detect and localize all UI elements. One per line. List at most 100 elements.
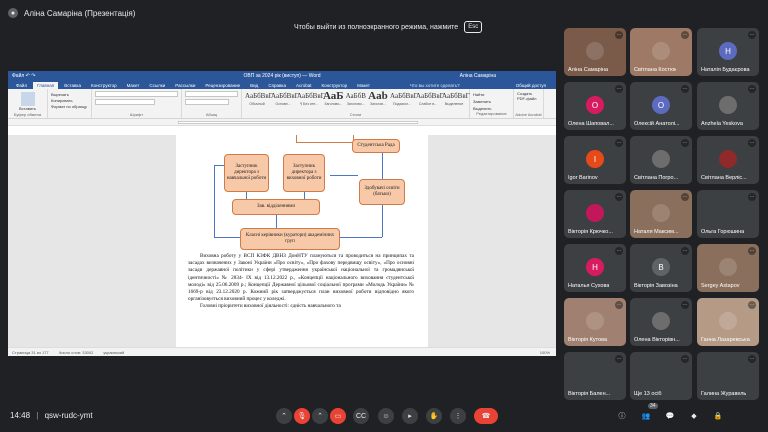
- mic-muted-icon: ⋯: [615, 193, 623, 201]
- tab-review[interactable]: Рецензирование: [201, 82, 244, 89]
- participant-tile[interactable]: ⋯ Наталя Максим...: [630, 190, 692, 238]
- avatar: [719, 96, 737, 114]
- tab-home[interactable]: Главная: [33, 82, 59, 89]
- participant-name: Олена Вікторівн...: [634, 337, 680, 343]
- participant-tile[interactable]: ⋯ Галина Журавель: [697, 352, 759, 400]
- captions-button[interactable]: CC: [353, 408, 369, 424]
- diagram-connector: [214, 165, 215, 237]
- page-counter[interactable]: Страница 31 из 177: [12, 350, 49, 355]
- tab-file[interactable]: Файл: [12, 82, 31, 89]
- quick-access[interactable]: Файл ↶ ↷: [12, 73, 35, 79]
- participant-name: Вікторія Завозіна: [634, 283, 678, 289]
- tab-table-layout[interactable]: Макет: [353, 82, 374, 89]
- participant-tile[interactable]: ⋯ Вікторія Бален...: [564, 352, 626, 400]
- participant-tile[interactable]: Н ⋯ Наталья Сухова: [564, 244, 626, 292]
- activities-icon[interactable]: ◆: [686, 408, 702, 424]
- format-painter-button[interactable]: Формат по образцу: [51, 104, 88, 110]
- tab-design[interactable]: Конструктор: [87, 82, 121, 89]
- paste-icon[interactable]: [20, 92, 35, 106]
- word-count[interactable]: Число слов: 33002: [59, 350, 94, 355]
- language-indicator[interactable]: украинский: [103, 350, 124, 355]
- participant-tile[interactable]: ⋯ Ще 13 осіб: [630, 352, 692, 400]
- tab-mailings[interactable]: Рассылки: [171, 82, 199, 89]
- font-format-row[interactable]: [95, 99, 155, 105]
- document-canvas[interactable]: Заступник директора з навчальної роботи …: [8, 135, 556, 347]
- leave-call-button[interactable]: ☎: [474, 408, 498, 424]
- camera-options-icon[interactable]: ⌃: [312, 408, 328, 424]
- pin-icon[interactable]: ●: [8, 8, 18, 18]
- diagram-connector: [246, 192, 247, 199]
- participant-tile[interactable]: ⋯ Вікторія Крючко...: [564, 190, 626, 238]
- avatar: [652, 366, 670, 384]
- participant-tile[interactable]: ⋯ Аліна Самаріна: [564, 28, 626, 76]
- participant-name: Ольга Горюшина: [701, 229, 745, 235]
- diagram-connector: [276, 215, 277, 228]
- diagram-connector: [382, 153, 383, 179]
- participant-name: Олексій Анатолі...: [634, 121, 680, 127]
- participant-tile[interactable]: ⋯ Sergey Astapov: [697, 244, 759, 292]
- avatar: О: [586, 96, 604, 114]
- avatar: [586, 204, 604, 222]
- zoom-level[interactable]: 100%: [540, 350, 550, 355]
- participant-tile[interactable]: ⋯ Світлана Погро...: [630, 136, 692, 184]
- mic-muted-icon: ⋯: [615, 301, 623, 309]
- participant-tile[interactable]: ⋯ Ольга Горюшина: [697, 190, 759, 238]
- participant-tile[interactable]: ⋯ Вікторія Кутова: [564, 298, 626, 346]
- word-user-name: Аліна Самаріна: [459, 72, 496, 79]
- find-button[interactable]: Найти: [473, 91, 510, 98]
- tab-layout[interactable]: Макет: [123, 82, 144, 89]
- align-buttons[interactable]: [185, 99, 229, 105]
- emoji-button[interactable]: ☺: [378, 408, 394, 424]
- participant-tile[interactable]: ⋯ Олена Вікторівн...: [630, 298, 692, 346]
- font-label: Шрифт: [129, 112, 144, 117]
- clipboard-actions: Вырезать Копировать Формат по образцу: [48, 89, 92, 118]
- participant-tile[interactable]: ⋯ Anzhela Yeskova: [697, 82, 759, 130]
- info-icon[interactable]: ⓘ: [614, 408, 630, 424]
- replace-button[interactable]: Заменить: [473, 98, 510, 105]
- word-document-title: ОВП за 2024 рік (виступ) — Word: [243, 72, 321, 79]
- diagram-deputy-upbringing: Заступник директора з виховної роботи: [283, 154, 325, 192]
- font-name-select[interactable]: [95, 91, 178, 97]
- participant-tile[interactable]: ⋯ Світлана Верліс...: [697, 136, 759, 184]
- diagram-connector: [340, 237, 382, 238]
- participant-name: Аліна Самаріна: [568, 67, 609, 73]
- tab-help[interactable]: Справка: [264, 82, 290, 89]
- tell-me-box[interactable]: Что вы хотите сделать?: [406, 82, 464, 89]
- create-pdf-button[interactable]: Создать PDF-файл: [517, 91, 540, 101]
- more-options-button[interactable]: ⋮: [450, 408, 466, 424]
- avatar: [652, 42, 670, 60]
- tab-acrobat[interactable]: Acrobat: [292, 82, 316, 89]
- present-button[interactable]: ▸: [402, 408, 418, 424]
- host-controls-icon[interactable]: 🔒: [710, 408, 726, 424]
- ruler[interactable]: [8, 119, 556, 126]
- tab-table-design[interactable]: Конструктор: [318, 82, 352, 89]
- share-button[interactable]: Общий доступ: [512, 82, 550, 89]
- people-icon[interactable]: 👥: [638, 408, 654, 424]
- tab-references[interactable]: Ссылки: [145, 82, 169, 89]
- chat-icon[interactable]: 💬: [662, 408, 678, 424]
- document-page[interactable]: Заступник директора з навчальної роботи …: [176, 135, 428, 347]
- participant-tile[interactable]: О ⋯ Олексій Анатолі...: [630, 82, 692, 130]
- camera-off-button[interactable]: ▭: [330, 408, 346, 424]
- tab-view[interactable]: Вид: [246, 82, 262, 89]
- mic-muted-button[interactable]: 🎙: [294, 408, 310, 424]
- participant-tile[interactable]: I ⋯ Igor Barinov: [564, 136, 626, 184]
- participant-name: Наталія Будаєрова: [701, 67, 750, 73]
- participant-tile[interactable]: В ⋯ Вікторія Завозіна: [630, 244, 692, 292]
- avatar: [719, 150, 737, 168]
- list-buttons[interactable]: [185, 91, 238, 97]
- styles-gallery: АаБбВвГ Обычный АаБбВвГ Основн... АаБбВвГ ¶…: [242, 89, 470, 118]
- mic-options-icon[interactable]: ⌃: [276, 408, 292, 424]
- diagram-top-box: [296, 135, 354, 143]
- participant-tile[interactable]: ⋯ Ганна Лазаревська: [697, 298, 759, 346]
- presenter-label: ● Аліна Самаріна (Презентація): [8, 8, 135, 18]
- raise-hand-button[interactable]: ✋: [426, 408, 442, 424]
- meeting-time-code: 14:48 | qsw-rudc-ymt: [10, 411, 93, 420]
- participant-tile[interactable]: О ⋯ Олена Шаповал...: [564, 82, 626, 130]
- participant-tile[interactable]: ⋯ Світлана Костюк: [630, 28, 692, 76]
- paste-button[interactable]: Вставить: [11, 106, 44, 111]
- mic-muted-icon: ⋯: [681, 139, 689, 147]
- participant-tile[interactable]: Н ⋯ Наталія Будаєрова: [697, 28, 759, 76]
- tab-insert[interactable]: Вставка: [60, 82, 85, 89]
- fullscreen-hint-text: Чтобы выйти из полноэкранного режима, на…: [294, 23, 459, 31]
